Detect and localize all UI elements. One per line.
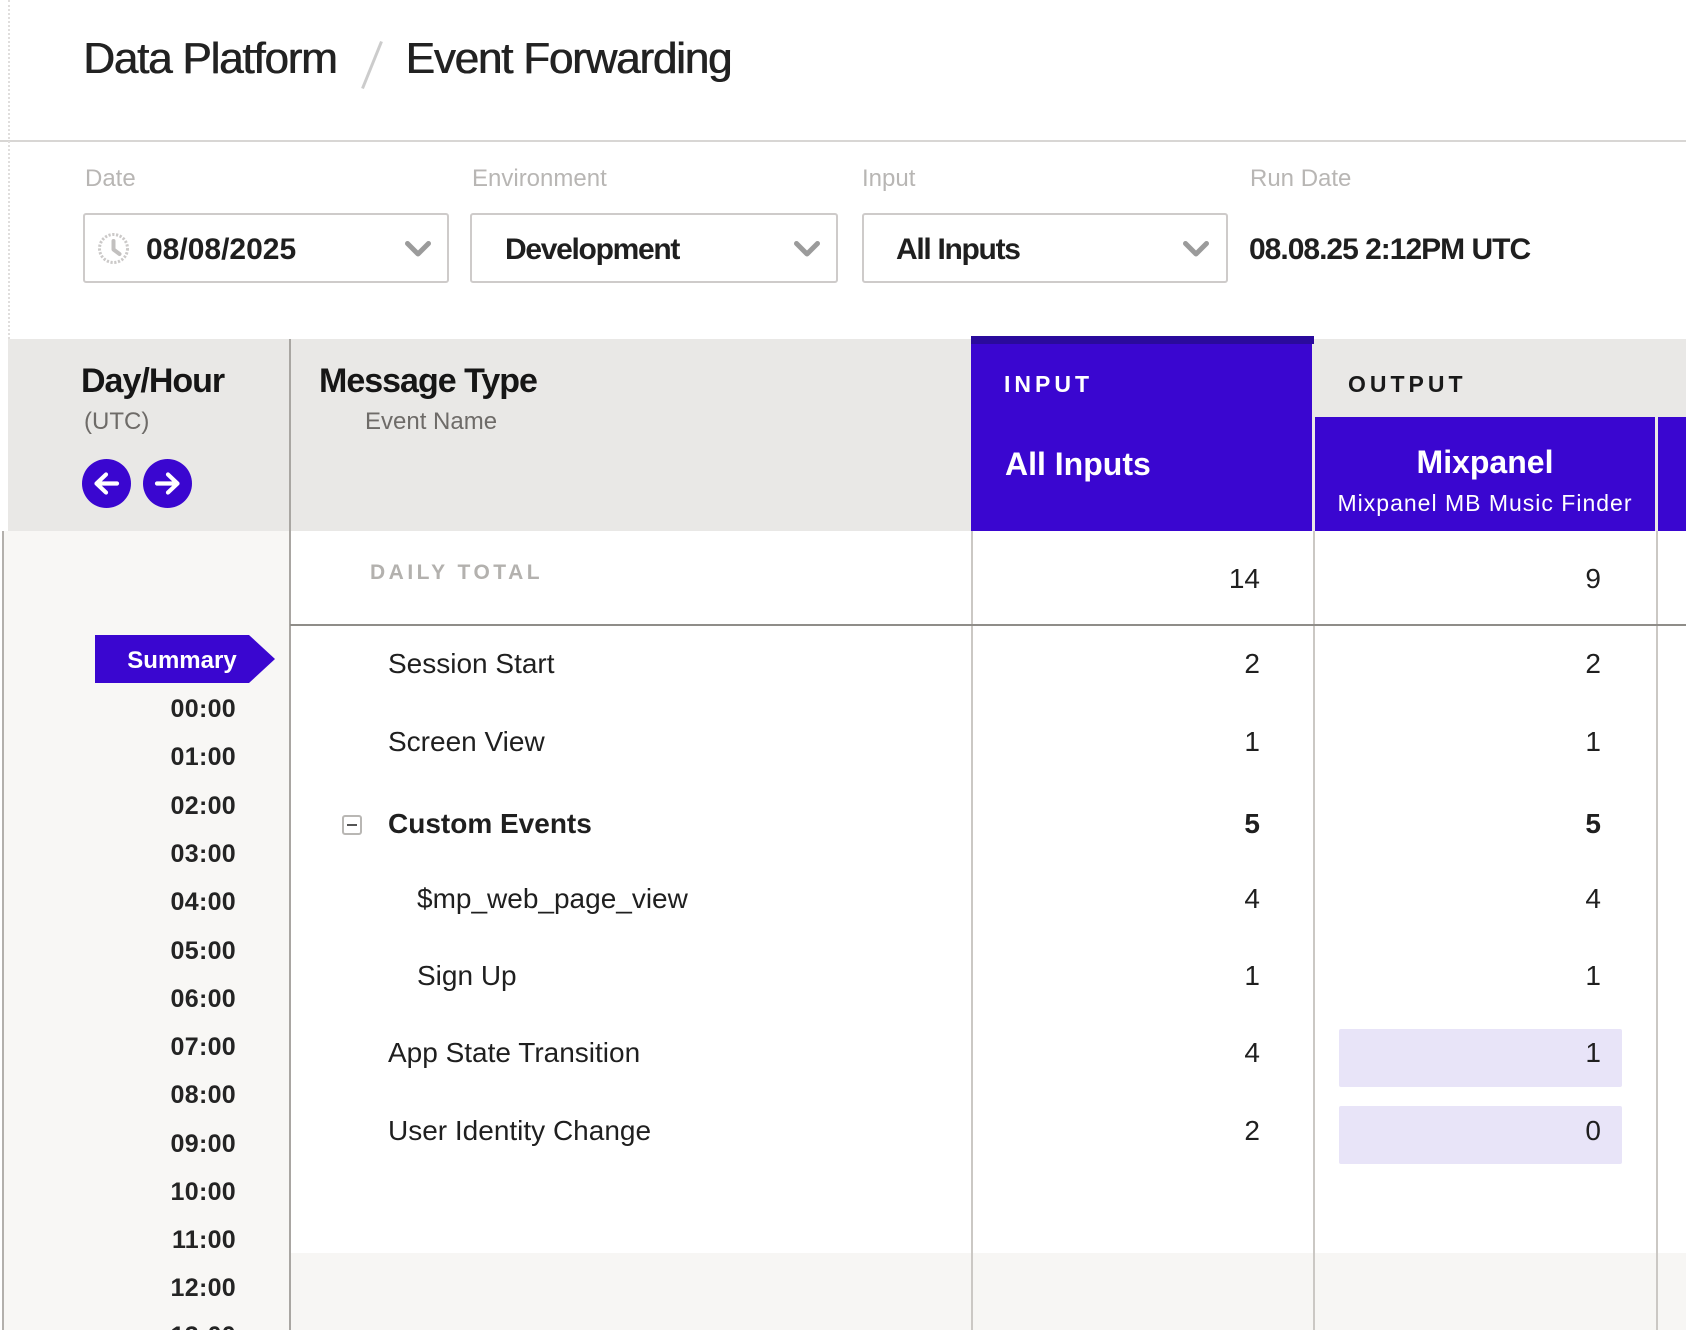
svg-text:Summary: Summary — [127, 647, 237, 674]
